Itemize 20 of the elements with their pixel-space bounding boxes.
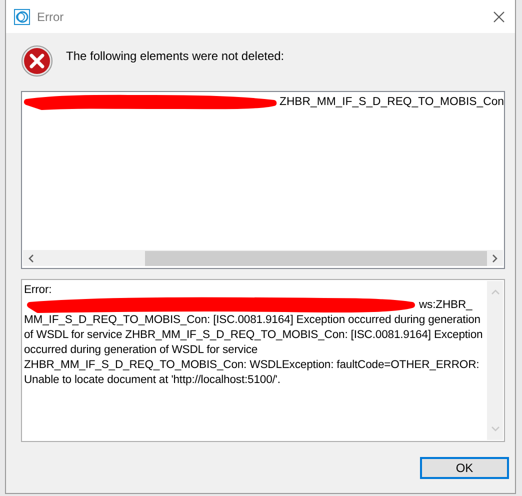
- vertical-scrollbar[interactable]: [487, 281, 503, 440]
- scroll-up-icon[interactable]: [490, 289, 500, 295]
- detail-line: MM_IF_S_D_REQ_TO_MOBIS_Con: [ISC.0081.9164] Exception occurred during generation: [24, 314, 480, 326]
- app-icon: [14, 8, 30, 24]
- element-name[interactable]: ZHBR_MM_IF_S_D_REQ_TO_MOBIS_Con: [279, 96, 504, 108]
- close-icon[interactable]: [493, 10, 505, 22]
- scroll-down-icon[interactable]: [490, 426, 500, 432]
- horizontal-scrollbar[interactable]: [23, 250, 503, 266]
- detail-line: ZHBR_MM_IF_S_D_REQ_TO_MOBIS_Con: WSDLException: faultCode=OTHER_ERROR:: [24, 358, 480, 370]
- detail-line: Unable to locate document at 'http://localhost:5100/'.: [24, 374, 280, 386]
- detail-line: of WSDL for service ZHBR_MM_IF_S_D_REQ_TO_MOBIS_Con: [ISC.0081.9164] Exception: [24, 328, 483, 340]
- detail-line: ws:ZHBR_: [419, 298, 472, 310]
- scroll-right-icon[interactable]: [492, 254, 498, 262]
- error-icon: [21, 45, 53, 77]
- ok-button[interactable]: OK: [420, 457, 509, 479]
- error-message: The following elements were not deleted:: [66, 49, 284, 63]
- detail-line: occurred during generation of WSDL for service: [24, 344, 258, 356]
- scroll-left-icon[interactable]: [28, 254, 34, 262]
- window-title: Error: [37, 10, 65, 24]
- detail-line: Error:: [24, 284, 52, 296]
